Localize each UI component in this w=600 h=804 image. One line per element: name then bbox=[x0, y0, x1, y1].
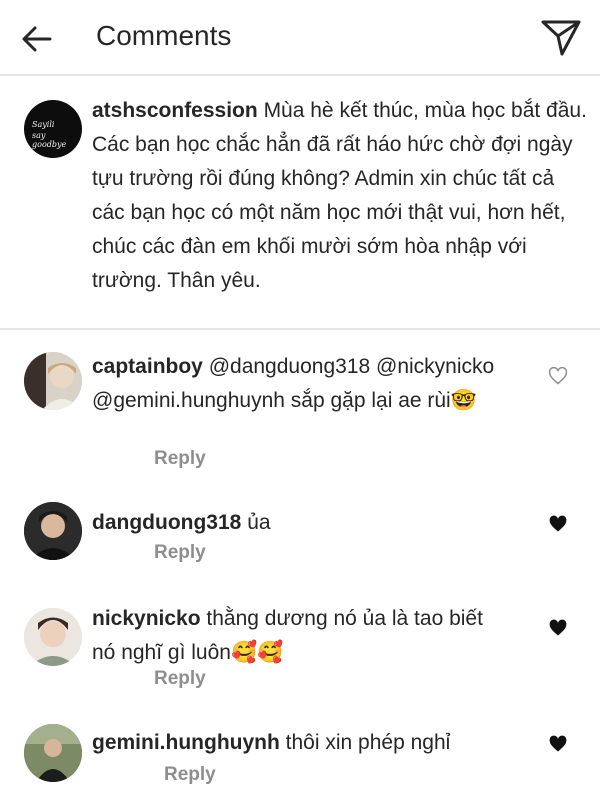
comment-text: thôi xin phép nghỉ bbox=[285, 731, 451, 754]
avatar[interactable] bbox=[24, 608, 82, 666]
header-bar: Comments bbox=[0, 0, 600, 76]
reply-button[interactable]: Reply bbox=[154, 542, 206, 564]
comment-text-block: captainboy @dangduong318 @nickynicko @ge… bbox=[92, 350, 532, 418]
comment-text: ủa bbox=[247, 511, 271, 534]
avatar[interactable]: Sayili say goodbye bbox=[24, 100, 82, 158]
caption-text: Mùa hè kết thúc, mùa học bắt đầu. Các bạ… bbox=[92, 99, 587, 292]
reply-button[interactable]: Reply bbox=[164, 764, 216, 786]
comment-username[interactable]: dangduong318 bbox=[92, 511, 241, 534]
avatar-logo-top: Sayili bbox=[32, 120, 55, 129]
avatar[interactable] bbox=[24, 724, 82, 782]
comment-item: dangduong318 ủa Reply bbox=[0, 500, 600, 580]
heart-outline-icon[interactable] bbox=[548, 366, 568, 386]
post-caption: Sayili say goodbye atshsconfession Mùa h… bbox=[0, 78, 600, 330]
caption-text-block: atshsconfession Mùa hè kết thúc, mùa học… bbox=[92, 94, 592, 298]
comment-text-block: dangduong318 ủa bbox=[92, 506, 532, 540]
arrow-left-icon[interactable] bbox=[20, 22, 54, 56]
heart-filled-icon[interactable] bbox=[548, 514, 568, 534]
reply-button[interactable]: Reply bbox=[154, 668, 206, 690]
comment-item: gemini.hunghuynh thôi xin phép nghỉ Repl… bbox=[0, 722, 600, 804]
heart-filled-icon[interactable] bbox=[548, 618, 568, 638]
comment-item: captainboy @dangduong318 @nickynicko @ge… bbox=[0, 344, 600, 484]
comment-text-block: nickynicko thằng dương nó ủa là tao biết… bbox=[92, 602, 512, 670]
avatar[interactable] bbox=[24, 502, 82, 560]
caption-username[interactable]: atshsconfession bbox=[92, 99, 258, 122]
avatar-photo bbox=[24, 352, 82, 410]
heart-filled-icon[interactable] bbox=[548, 734, 568, 754]
comment-item: nickynicko thằng dương nó ủa là tao biết… bbox=[0, 600, 600, 700]
comment-username[interactable]: gemini.hunghuynh bbox=[92, 731, 280, 754]
paper-plane-icon[interactable] bbox=[540, 18, 582, 58]
comment-username[interactable]: captainboy bbox=[92, 355, 203, 378]
page-title: Comments bbox=[96, 20, 232, 51]
avatar[interactable] bbox=[24, 352, 82, 410]
avatar-photo bbox=[24, 608, 82, 666]
reply-button[interactable]: Reply bbox=[154, 448, 206, 470]
avatar-photo bbox=[24, 502, 82, 560]
avatar-logo-bottom: say goodbye bbox=[32, 131, 67, 149]
avatar-photo bbox=[24, 724, 82, 782]
comment-text-block: gemini.hunghuynh thôi xin phép nghỉ bbox=[92, 726, 532, 760]
comment-username[interactable]: nickynicko bbox=[92, 607, 201, 630]
